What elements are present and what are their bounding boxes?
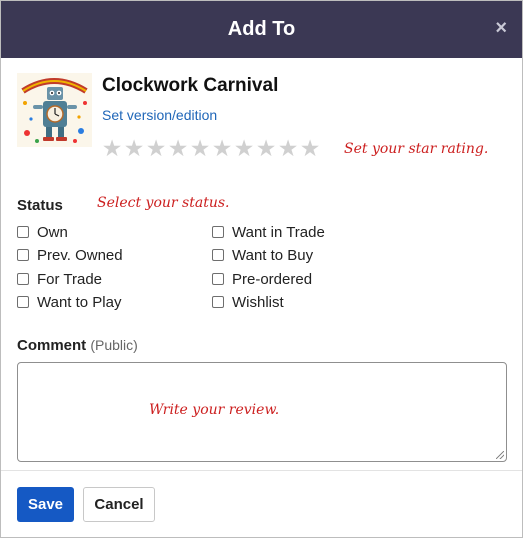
star-icon[interactable]: ★ — [299, 136, 321, 160]
footer-divider — [1, 470, 522, 471]
status-option-label: Wishlist — [232, 293, 284, 311]
status-option-own[interactable]: Own — [17, 223, 68, 241]
status-option-label: Want to Play — [37, 293, 122, 311]
close-icon[interactable]: × — [495, 18, 507, 38]
status-label: Status — [17, 197, 63, 214]
rating-hint: Set your star rating. — [344, 141, 489, 157]
status-option-label: Own — [37, 223, 68, 241]
status-option-for-trade[interactable]: For Trade — [17, 270, 102, 288]
comment-visibility: (Public) — [90, 337, 138, 353]
checkbox[interactable] — [212, 249, 224, 261]
status-option-prev-owned[interactable]: Prev. Owned — [17, 246, 123, 264]
star-icon[interactable]: ★ — [255, 136, 277, 160]
star-rating[interactable]: ★ ★ ★ ★ ★ ★ ★ ★ ★ ★ — [101, 136, 321, 160]
star-icon[interactable]: ★ — [189, 136, 211, 160]
cancel-button[interactable]: Cancel — [83, 487, 155, 522]
star-icon[interactable]: ★ — [101, 136, 123, 160]
status-option-label: Prev. Owned — [37, 246, 123, 264]
star-icon[interactable]: ★ — [277, 136, 299, 160]
status-option-label: For Trade — [37, 270, 103, 288]
status-option-want-to-play[interactable]: Want to Play — [17, 293, 121, 311]
status-option-pre-ordered[interactable]: Pre-ordered — [212, 270, 312, 288]
dialog-header: Add To × — [1, 1, 522, 58]
comment-label: Comment (Public) — [17, 337, 138, 354]
checkbox[interactable] — [212, 226, 224, 238]
checkbox[interactable] — [212, 273, 224, 285]
status-option-want-in-trade[interactable]: Want in Trade — [212, 223, 325, 241]
star-icon[interactable]: ★ — [233, 136, 255, 160]
save-button[interactable]: Save — [17, 487, 74, 522]
star-icon[interactable]: ★ — [167, 136, 189, 160]
comment-hint: Write your review. — [149, 402, 280, 418]
status-option-label: Pre-ordered — [232, 270, 313, 288]
star-icon[interactable]: ★ — [211, 136, 233, 160]
star-icon[interactable]: ★ — [145, 136, 167, 160]
checkbox[interactable] — [17, 273, 29, 285]
robot-clock-box-art-icon — [17, 73, 92, 147]
game-title: Clockwork Carnival — [102, 75, 279, 96]
status-option-want-to-buy[interactable]: Want to Buy — [212, 246, 313, 264]
status-option-label: Want to Buy — [232, 246, 314, 264]
checkbox[interactable] — [17, 249, 29, 261]
resize-handle-icon[interactable] — [496, 451, 504, 459]
status-option-label: Want in Trade — [232, 223, 325, 241]
checkbox[interactable] — [17, 226, 29, 238]
comment-label-text: Comment — [17, 337, 87, 354]
status-option-wishlist[interactable]: Wishlist — [212, 293, 284, 311]
dialog-title: Add To — [227, 18, 296, 40]
star-icon[interactable]: ★ — [123, 136, 145, 160]
checkbox[interactable] — [212, 296, 224, 308]
checkbox[interactable] — [17, 296, 29, 308]
status-hint: Select your status. — [97, 195, 230, 211]
set-version-link[interactable]: Set version/edition — [102, 107, 217, 123]
